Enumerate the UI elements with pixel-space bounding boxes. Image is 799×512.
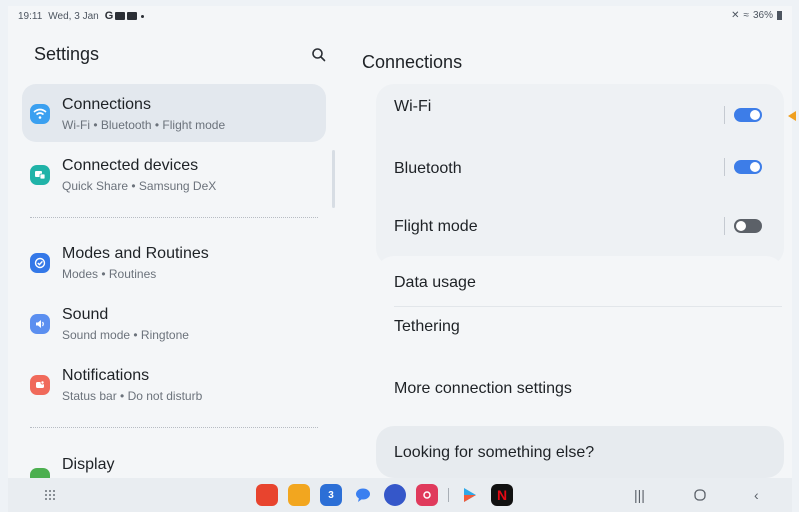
home-button[interactable] bbox=[694, 489, 706, 501]
back-button[interactable]: ‹ bbox=[754, 487, 759, 503]
camera-icon[interactable] bbox=[416, 484, 438, 506]
toggle-knob bbox=[750, 110, 760, 120]
sidebar-item-label: Display bbox=[62, 456, 115, 473]
wifi-icon bbox=[30, 104, 50, 124]
folder-icon[interactable] bbox=[288, 484, 310, 506]
sidebar-item-notifications[interactable]: Notifications Status bar • Do not distur… bbox=[22, 355, 326, 413]
row-divider bbox=[394, 306, 782, 307]
flight-mode-toggle[interactable] bbox=[734, 219, 762, 233]
data-usage-label: Data usage bbox=[394, 274, 476, 291]
speaker-icon bbox=[30, 314, 50, 334]
battery-icon bbox=[777, 11, 782, 20]
notification-icons: G bbox=[105, 10, 145, 22]
looking-card: Looking for something else? bbox=[376, 426, 784, 478]
looking-label: Looking for something else? bbox=[394, 444, 595, 461]
section-divider bbox=[30, 217, 318, 218]
row-separator bbox=[724, 217, 725, 235]
toggle-knob bbox=[736, 221, 746, 231]
section-divider bbox=[30, 427, 318, 428]
pointer-arrow-icon bbox=[788, 111, 796, 121]
data-card: Data usage Tethering bbox=[376, 256, 784, 360]
connected-devices-icon bbox=[30, 165, 50, 185]
tethering-label: Tethering bbox=[394, 318, 460, 335]
sidebar-item-subtitle: Wi-Fi • Bluetooth • Flight mode bbox=[62, 118, 226, 132]
recent-apps-button[interactable]: ||| bbox=[634, 487, 645, 503]
netflix-icon[interactable]: N bbox=[491, 484, 513, 506]
browser-icon[interactable] bbox=[384, 484, 406, 506]
sidebar-item-subtitle: Status bar • Do not disturb bbox=[62, 389, 203, 403]
more-card: More connection settings bbox=[376, 360, 784, 416]
scrollbar-thumb[interactable] bbox=[332, 150, 335, 208]
sidebar-item-subtitle: Quick Share • Samsung DeX bbox=[62, 179, 217, 193]
wifi-row[interactable]: Wi-Fi bbox=[376, 84, 784, 146]
status-date: Wed, 3 Jan bbox=[48, 10, 99, 22]
connections-title: Connections bbox=[362, 52, 463, 72]
more-connection-settings-label: More connection settings bbox=[394, 380, 572, 397]
taskbar: 3 N ||| ‹ bbox=[8, 478, 792, 512]
video-notification-icon bbox=[115, 12, 126, 20]
mute-icon: ✕ bbox=[731, 10, 740, 21]
sidebar-item-label: Sound bbox=[62, 306, 109, 323]
status-bar: 19:11 Wed, 3 Jan G ✕ ≈ 36% bbox=[8, 6, 792, 26]
settings-pane: Settings Connections Wi-Fi • Bluetooth •… bbox=[22, 30, 334, 480]
dock-separator bbox=[448, 488, 449, 502]
row-separator bbox=[724, 106, 725, 124]
search-icon[interactable] bbox=[310, 46, 328, 64]
wifi-signal-icon: ≈ bbox=[743, 10, 749, 21]
messages-icon[interactable] bbox=[352, 484, 374, 506]
check-circle-icon bbox=[30, 253, 50, 273]
battery-level: 36% bbox=[752, 10, 773, 21]
bluetooth-toggle[interactable] bbox=[734, 160, 762, 174]
calendar-icon[interactable]: 3 bbox=[320, 484, 342, 506]
bluetooth-row[interactable]: Bluetooth bbox=[376, 146, 784, 206]
dock-apps: 3 N bbox=[256, 484, 513, 506]
toggle-knob bbox=[750, 162, 760, 172]
media-notification-icon bbox=[127, 12, 138, 20]
sidebar-item-label: Notifications bbox=[62, 367, 150, 384]
toggles-card: Wi-Fi Bluetooth Flight mode bbox=[376, 84, 784, 266]
flight-mode-label: Flight mode bbox=[394, 218, 478, 235]
wifi-label: Wi-Fi bbox=[394, 98, 432, 115]
looking-row[interactable]: Looking for something else? bbox=[376, 426, 784, 478]
apps-grid-icon[interactable] bbox=[44, 489, 56, 501]
sidebar-item-modes-routines[interactable]: Modes and Routines Modes • Routines bbox=[22, 233, 326, 291]
sidebar-item-display[interactable]: Display bbox=[22, 444, 326, 480]
data-usage-row[interactable]: Data usage bbox=[376, 256, 784, 308]
wifi-toggle[interactable] bbox=[734, 108, 762, 122]
bell-icon bbox=[30, 375, 50, 395]
sidebar-item-subtitle: Sound mode • Ringtone bbox=[62, 328, 189, 342]
sidebar-item-label: Connections bbox=[62, 96, 151, 113]
sidebar-item-sound[interactable]: Sound Sound mode • Ringtone bbox=[22, 294, 326, 352]
sidebar-item-label: Connected devices bbox=[62, 157, 199, 174]
row-separator bbox=[724, 158, 725, 176]
sidebar-item-connections[interactable]: Connections Wi-Fi • Bluetooth • Flight m… bbox=[22, 84, 326, 142]
page-title: Settings bbox=[34, 44, 100, 64]
status-time: 19:11 bbox=[18, 10, 43, 22]
more-connection-settings-row[interactable]: More connection settings bbox=[376, 360, 784, 416]
more-notifications-icon bbox=[141, 14, 145, 18]
bluetooth-label: Bluetooth bbox=[394, 160, 462, 177]
app-red-icon[interactable] bbox=[256, 484, 278, 506]
sidebar-item-subtitle: Modes • Routines bbox=[62, 267, 157, 281]
tethering-row[interactable]: Tethering bbox=[376, 308, 784, 352]
sidebar-item-connected-devices[interactable]: Connected devices Quick Share • Samsung … bbox=[22, 145, 326, 203]
google-notification-icon: G bbox=[104, 10, 114, 22]
play-store-icon[interactable] bbox=[459, 484, 481, 506]
sidebar-item-label: Modes and Routines bbox=[62, 245, 209, 262]
